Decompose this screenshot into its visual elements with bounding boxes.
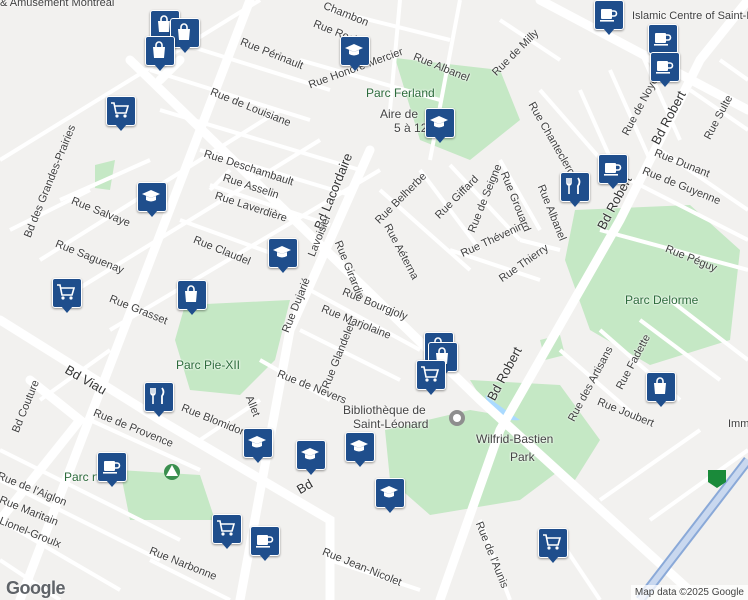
label-wilfrid-1: Wilfrid-Bastien (476, 432, 554, 446)
label-parc-ferland: Parc Ferland (366, 86, 435, 100)
map-marker[interactable] (538, 528, 568, 566)
map-marker[interactable] (560, 172, 590, 210)
label-poi-amusement: & Amusement Montreal (0, 0, 115, 9)
label-parc-pie-xii: Parc Pie-XII (176, 358, 241, 372)
label-bibliotheque-2: Saint-Léonard (353, 417, 429, 431)
map-attribution[interactable]: Map data ©2025 Google (630, 585, 748, 600)
label-aire-ages: 5 à 12 (394, 121, 428, 135)
map-marker[interactable] (137, 182, 167, 220)
label-islamic-centre: Islamic Centre of Saint-Leonard (632, 10, 748, 22)
map-marker[interactable] (416, 360, 446, 398)
map-marker[interactable] (268, 238, 298, 276)
map-marker[interactable] (340, 36, 370, 74)
map-marker[interactable] (650, 52, 680, 90)
map-marker[interactable] (375, 478, 405, 516)
map-marker[interactable] (97, 452, 127, 490)
map-marker[interactable] (243, 428, 273, 466)
map-marker[interactable] (250, 526, 280, 564)
map-marker[interactable] (296, 440, 326, 478)
label-aire-de: Aire de (380, 107, 419, 121)
map-marker[interactable] (425, 108, 455, 146)
map-marker[interactable] (145, 36, 175, 74)
label-imm: Imm (728, 418, 748, 430)
label-bibliotheque-1: Bibliothèque de (343, 403, 426, 417)
map-marker[interactable] (345, 432, 375, 470)
label-parc-delorme: Parc Delorme (625, 293, 699, 307)
map-marker[interactable] (106, 96, 136, 134)
map-marker[interactable] (594, 0, 624, 38)
label-wilfrid-2: Park (510, 450, 535, 464)
google-logo: Google (6, 578, 66, 598)
map-marker[interactable] (177, 280, 207, 318)
map-marker[interactable] (212, 514, 242, 552)
map-marker[interactable] (52, 278, 82, 316)
map-marker[interactable] (646, 372, 676, 410)
map-marker[interactable] (598, 154, 628, 192)
map-canvas[interactable]: & Amusement Montreal Islamic Centre of S… (0, 0, 748, 600)
map-marker[interactable] (144, 382, 174, 420)
